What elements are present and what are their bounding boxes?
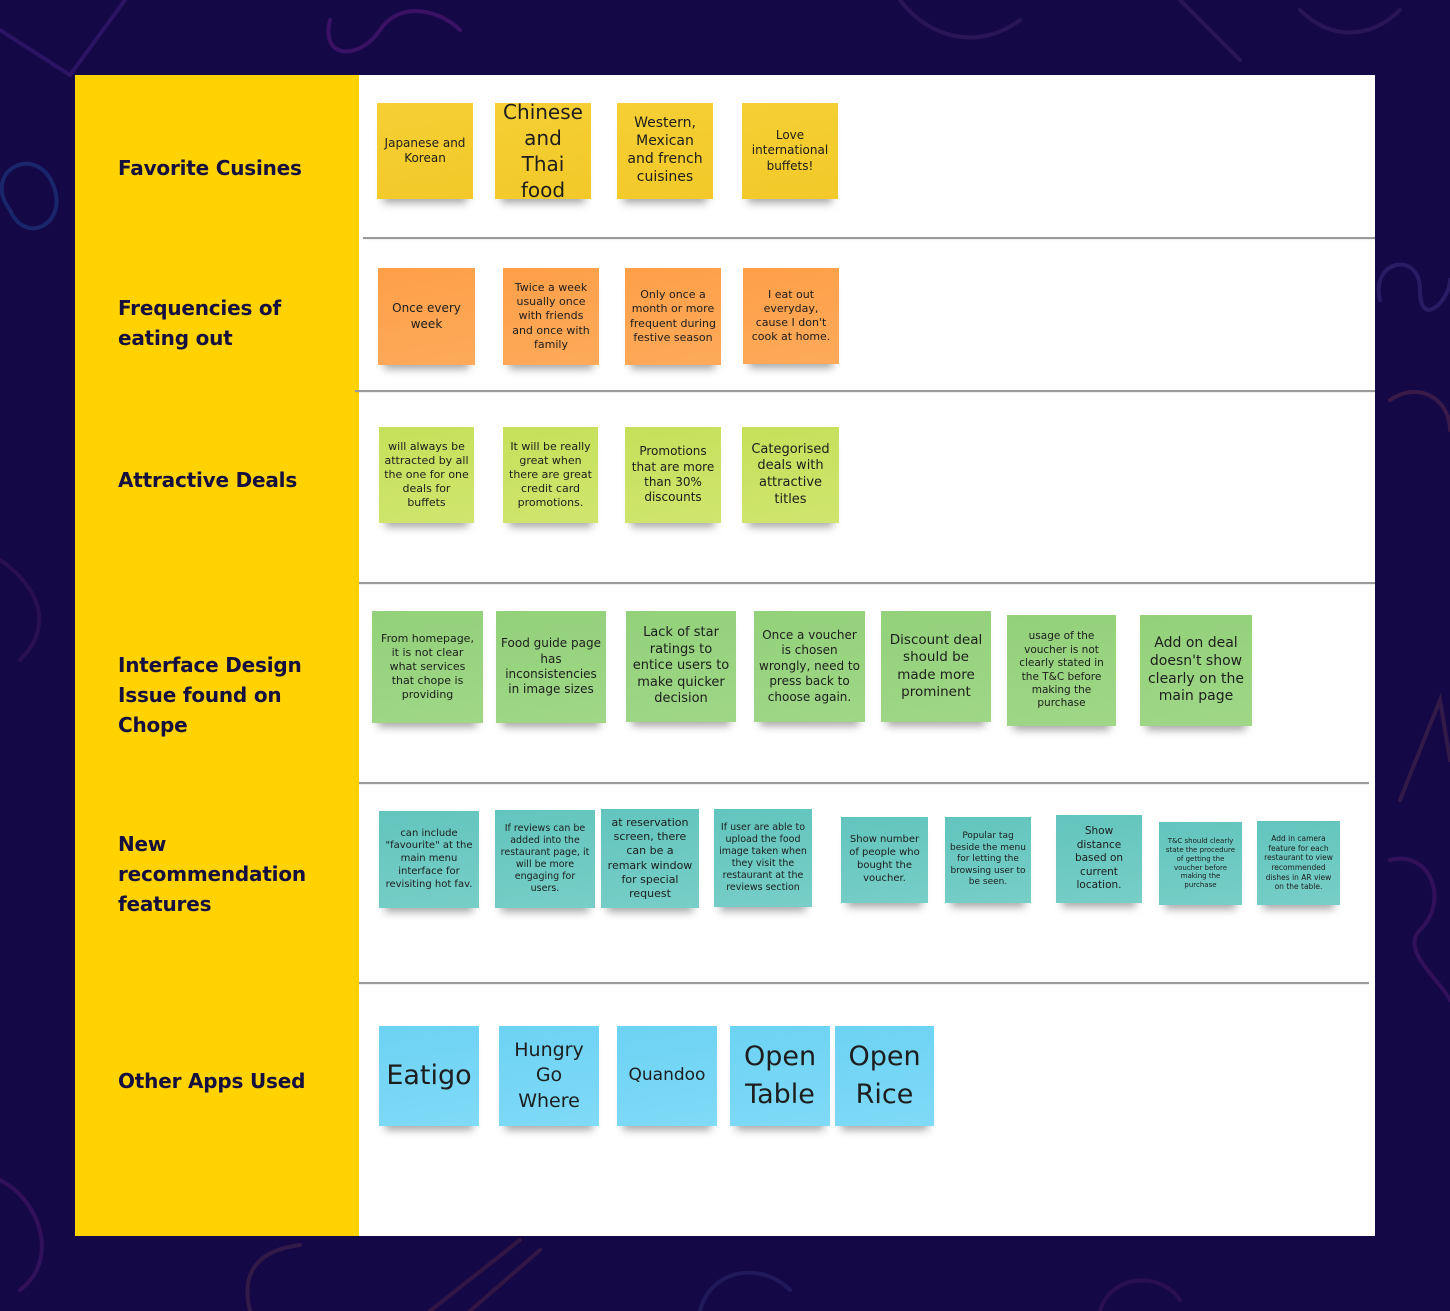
row-label-attractive-deals: Attractive Deals [118,468,298,492]
sticky-note-text: Popular tag beside the menu for letting … [950,831,1026,888]
sticky-note[interactable]: usage of the voucher is not clearly stat… [1007,615,1116,726]
row-divider [363,237,1375,239]
doodle-hotdog [245,1243,302,1311]
sticky-note[interactable]: Popular tag beside the menu for letting … [945,817,1031,903]
sticky-note-text: Add in camera feature for each restauran… [1264,834,1333,892]
sticky-note-text: can include "favourite" at the main menu… [385,827,473,890]
row-divider [359,582,1375,584]
sticky-note[interactable]: Eatigo [379,1026,479,1126]
sticky-note-text: T&C should clearly state the procedure o… [1165,836,1236,890]
row-divider [355,390,1375,392]
sticky-note[interactable]: Open Rice [835,1026,934,1126]
sticky-note[interactable]: can include "favourite" at the main menu… [379,811,479,908]
sticky-note-text: Once a voucher is chosen wrongly, need t… [759,628,860,704]
sticky-note[interactable]: Promotions that are more than 30% discou… [625,427,721,523]
sticky-note-text: Lack of star ratings to entice users to … [632,624,730,707]
sticky-note[interactable]: Only once a month or more frequent durin… [625,268,721,365]
row-label-new-features: New recommendation features [118,832,306,916]
sticky-note[interactable]: From homepage, it is not clear what serv… [372,611,483,723]
sticky-note[interactable]: Japanese and Korean [377,103,473,199]
sticky-note-text: Eatigo [386,1059,472,1091]
row-divider [359,982,1369,984]
category-column: Favorite Cusines Frequencies of eating o… [75,75,359,1236]
sticky-note-text: Quandoo [628,1065,706,1086]
sticky-note-text: From homepage, it is not clear what serv… [381,631,474,702]
doodle-bottom-1 [698,1270,792,1311]
sticky-note[interactable]: If reviews can be added into the restaur… [495,810,595,908]
doodle-script [1376,262,1450,312]
sticky-note-text: Categorised deals with attractive titles [751,441,830,507]
sticky-note[interactable]: Western, Mexican and french cuisines [617,103,713,199]
sticky-note[interactable]: Categorised deals with attractive titles [742,427,839,523]
sticky-note-text: usage of the voucher is not clearly stat… [1019,630,1104,710]
sticky-note[interactable]: Food guide page has inconsistencies in i… [496,611,606,723]
sticky-note[interactable]: Show number of people who bought the vou… [841,817,928,903]
row-label-interface-issues: Interface Design Issue found on Chope [118,653,302,737]
doodle-arc [1388,389,1450,432]
sticky-note-text: will always be attracted by all the one … [384,439,469,510]
sticky-note[interactable]: Chinese and Thai food [495,100,591,202]
sticky-note[interactable]: at reservation screen, there can be a re… [601,809,699,908]
sticky-note[interactable]: Add on deal doesn't show clearly on the … [1140,615,1252,726]
sticky-note[interactable]: If user are able to upload the food imag… [714,809,812,907]
sticky-note-text: I eat out everyday, cause I don't cook a… [751,287,831,344]
sticky-note-text: Western, Mexican and french cuisines [627,115,703,185]
sticky-note[interactable]: Add in camera feature for each restauran… [1257,821,1340,905]
sticky-note[interactable]: I eat out everyday, cause I don't cook a… [743,268,839,364]
sticky-note[interactable]: It will be really great when there are g… [503,427,598,523]
sticky-note[interactable]: Quandoo [617,1026,717,1126]
sticky-note-text: Discount deal should be made more promin… [889,631,983,700]
sticky-note-text: Twice a week usually once with friends a… [512,281,590,351]
doodle-line [0,0,127,78]
doodle-bun [0,1178,44,1292]
doodle-cake [1388,856,1450,1002]
sticky-note-text: Love international buffets! [751,127,829,173]
row-label-eating-frequency: Frequencies of eating out [118,296,281,350]
sticky-note[interactable]: Show distance based on current location. [1056,815,1142,903]
sticky-note-text: Food guide page has inconsistencies in i… [501,636,601,697]
sticky-note[interactable]: Love international buffets! [742,103,838,199]
sticky-note-text: Only once a month or more frequent durin… [630,288,716,344]
sticky-note-text: Open Table [743,1041,817,1110]
sticky-note-text: If reviews can be added into the restaur… [500,822,590,895]
row-label-other-apps: Other Apps Used [118,1069,306,1093]
sticky-note-text: If user are able to upload the food imag… [719,821,807,894]
doodle-circle [0,161,59,231]
sticky-note-text: Show number of people who bought the vou… [849,834,920,884]
doodle-bottom-2 [1098,1278,1182,1311]
sticky-note[interactable]: Once every week [378,268,475,365]
sticky-note-text: Hungry Go Where [514,1038,584,1112]
sticky-note-text: Once every week [392,301,461,331]
doodle-left-mid [0,558,42,662]
sticky-note[interactable]: Twice a week usually once with friends a… [503,268,599,365]
doodle-fork [428,1238,542,1311]
sticky-note-text: Chinese and Thai food [503,100,583,202]
affinity-board: Favorite Cusines Frequencies of eating o… [75,75,1375,1236]
sticky-note[interactable]: Hungry Go Where [499,1026,599,1126]
doodle-top-right [898,0,1402,62]
sticky-note[interactable]: Lack of star ratings to entice users to … [626,611,736,722]
doodle-cone [1398,692,1450,802]
sticky-note-text: It will be really great when there are g… [509,439,592,510]
sticky-note[interactable]: Once a voucher is chosen wrongly, need t… [754,611,865,722]
sticky-note[interactable]: will always be attracted by all the one … [379,427,474,523]
sticky-note-text: Show distance based on current location. [1074,825,1124,892]
sticky-note-text: at reservation screen, there can be a re… [607,816,693,900]
row-label-favorite-cuisines: Favorite Cusines [118,156,302,180]
doodle-swirl [326,9,462,54]
sticky-note-text: Promotions that are more than 30% discou… [631,444,715,505]
row-divider [359,782,1369,784]
sticky-note[interactable]: Discount deal should be made more promin… [881,611,991,722]
sticky-note[interactable]: T&C should clearly state the procedure o… [1159,822,1242,905]
sticky-note-text: Japanese and Korean [384,135,466,165]
sticky-note-text: Open Rice [848,1041,921,1110]
sticky-note[interactable]: Open Table [730,1026,830,1126]
sticky-note-text: Add on deal doesn't show clearly on the … [1147,634,1245,705]
